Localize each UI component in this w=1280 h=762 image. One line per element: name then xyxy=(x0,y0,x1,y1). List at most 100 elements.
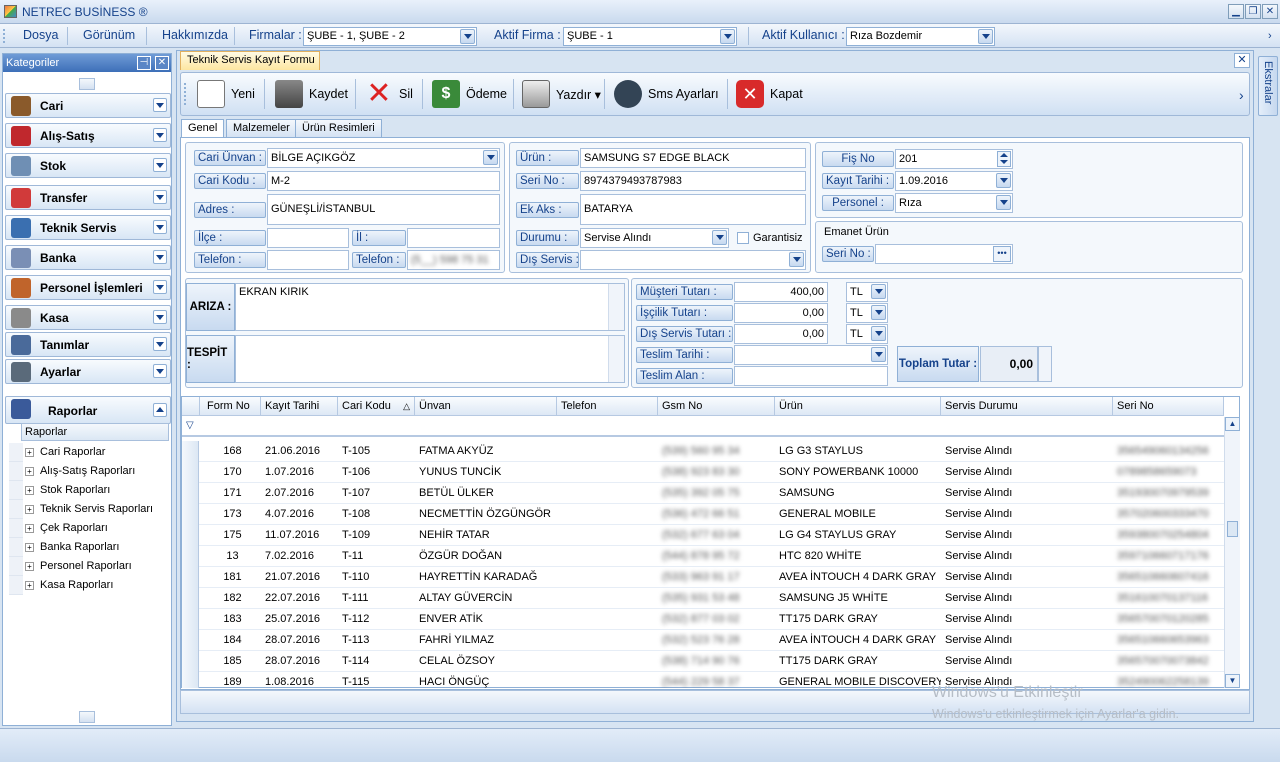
row-indicator[interactable] xyxy=(182,504,199,525)
tree-node-stok-raporlari[interactable]: + Stok Raporları xyxy=(25,481,110,499)
chevron-down-icon[interactable] xyxy=(153,98,167,112)
new-button[interactable]: Yeni xyxy=(197,73,255,115)
tab-urun-resimleri[interactable]: Ürün Resimleri xyxy=(295,119,382,137)
chevron-down-icon[interactable] xyxy=(871,326,886,341)
teslim-tarihi-select[interactable] xyxy=(734,345,888,365)
close-form-button[interactable]: ✕ Kapat xyxy=(736,73,803,115)
telefon-field[interactable] xyxy=(267,250,349,270)
personel-select[interactable]: Rıza xyxy=(895,193,1013,213)
cari-unvan-select[interactable]: BİLGE AÇIKGÖZ xyxy=(267,148,500,168)
telefon2-field[interactable]: (5__) 598 75 31 xyxy=(407,250,500,270)
iscilik-tutari-field[interactable]: 0,00 xyxy=(734,303,828,323)
tree-node-cek-raporlari[interactable]: + Çek Raporları xyxy=(25,519,108,537)
chevron-down-icon[interactable] xyxy=(996,173,1011,188)
scroll-thumb[interactable] xyxy=(1227,521,1238,537)
expand-icon[interactable]: + xyxy=(25,447,34,457)
spin-icon[interactable] xyxy=(1038,346,1052,382)
chevron-down-icon[interactable] xyxy=(712,230,727,245)
nav-ayarlar[interactable]: Ayarlar xyxy=(5,359,171,384)
close-button[interactable]: ✕ xyxy=(1262,4,1278,19)
col-gsm-no[interactable]: Gsm No xyxy=(658,397,775,416)
scrollbar[interactable] xyxy=(608,336,624,382)
expand-icon[interactable]: + xyxy=(25,504,34,514)
nav-tanimlar[interactable]: Tanımlar xyxy=(5,332,171,357)
pin-icon[interactable]: ⊣ xyxy=(137,56,151,70)
document-tab[interactable]: Teknik Servis Kayıt Formu xyxy=(180,51,320,70)
ek-aks-field[interactable]: BATARYA xyxy=(580,194,806,225)
scrollbar[interactable] xyxy=(608,284,624,330)
save-button[interactable]: Kaydet xyxy=(275,73,348,115)
tab-malzemeler[interactable]: Malzemeler xyxy=(226,119,297,137)
nav-transfer[interactable]: Transfer xyxy=(5,185,171,210)
table-row[interactable]: 185 28.07.2016 T-114 CELAL ÖZSOY (538) 714 9… xyxy=(182,651,1224,672)
chevron-right-icon[interactable]: › xyxy=(1268,30,1272,42)
col-seri-no[interactable]: Seri No xyxy=(1113,397,1224,416)
chevron-down-icon[interactable] xyxy=(153,190,167,204)
nav-banka[interactable]: Banka xyxy=(5,245,171,270)
musteri-tutari-field[interactable]: 400,00 xyxy=(734,282,828,302)
scroll-up-icon[interactable]: ▲ xyxy=(1225,417,1240,431)
filter-icon[interactable]: ▽ xyxy=(186,420,194,431)
dis-servis-select[interactable] xyxy=(580,250,806,270)
chevron-down-icon[interactable] xyxy=(871,347,886,362)
aktif-kullanici-select[interactable]: Rıza Bozdemir xyxy=(846,27,995,46)
col-kayit-tarihi[interactable]: Kayıt Tarihi xyxy=(261,397,338,416)
col-form-no[interactable]: Form No xyxy=(200,397,261,416)
ekstralar-tab[interactable]: Ekstralar xyxy=(1258,56,1278,116)
expand-icon[interactable]: + xyxy=(25,561,34,571)
menu-hakkimizda[interactable]: Hakkımızda xyxy=(162,28,228,42)
ariza-textarea[interactable]: EKRAN KIRIK xyxy=(235,283,625,331)
spin-icon[interactable] xyxy=(997,151,1011,167)
musteri-currency-select[interactable]: TL xyxy=(846,282,888,302)
chevron-down-icon[interactable] xyxy=(978,29,993,44)
teslim-alan-field[interactable] xyxy=(734,366,888,386)
firmalar-select[interactable]: ŞUBE - 1, ŞUBE - 2 xyxy=(303,27,477,46)
tree-node-alis-satis-raporlari[interactable]: + Alış-Satış Raporları xyxy=(25,462,135,480)
durum-select[interactable]: Servise Alındı xyxy=(580,228,729,248)
ellipsis-icon[interactable]: ••• xyxy=(993,246,1011,262)
col-urun[interactable]: Ürün xyxy=(775,397,941,416)
chevron-down-icon[interactable] xyxy=(153,250,167,264)
il-field[interactable] xyxy=(407,228,500,248)
menu-gorunum[interactable]: Görünüm xyxy=(83,28,135,42)
chevron-up-icon[interactable] xyxy=(153,403,167,417)
chevron-down-icon[interactable] xyxy=(153,364,167,378)
table-row[interactable]: 13 7.02.2016 T-11 ÖZGÜR DOĞAN (544) 878 95 7… xyxy=(182,546,1224,567)
row-indicator[interactable] xyxy=(182,525,199,546)
delete-button[interactable]: ✕ Sil xyxy=(365,73,412,115)
table-row[interactable]: 173 4.07.2016 T-108 NECMETTİN ÖZGÜNGÖR (536)… xyxy=(182,504,1224,525)
filter-row[interactable]: ▽ xyxy=(182,417,1224,437)
table-row[interactable]: 184 28.07.2016 T-113 FAHRİ YILMAZ (532) 523 … xyxy=(182,630,1224,651)
chevron-down-icon[interactable] xyxy=(996,195,1011,210)
kayit-tarihi-select[interactable]: 1.09.2016 xyxy=(895,171,1013,191)
seri-no-field[interactable]: 8974379493787983 xyxy=(580,171,806,191)
table-row[interactable]: 175 11.07.2016 T-109 NEHİR TATAR (532) 677 6… xyxy=(182,525,1224,546)
garanti-checkbox[interactable] xyxy=(737,232,749,244)
table-row[interactable]: 171 2.07.2016 T-107 BETÜL ÜLKER (535) 392 05… xyxy=(182,483,1224,504)
cari-kodu-field[interactable]: M-2 xyxy=(267,171,500,191)
nav-raporlar[interactable]: Raporlar xyxy=(5,396,171,424)
iscilik-currency-select[interactable]: TL xyxy=(846,303,888,323)
expand-icon[interactable]: + xyxy=(25,523,34,533)
row-indicator[interactable] xyxy=(182,630,199,651)
chevron-down-icon[interactable] xyxy=(153,158,167,172)
tree-node-banka-raporlari[interactable]: + Banka Raporları xyxy=(25,538,120,556)
grid-scrollbar[interactable]: ▲ ▼ xyxy=(1224,417,1240,688)
table-row[interactable]: 183 25.07.2016 T-112 ENVER ATİK (532) 877 03… xyxy=(182,609,1224,630)
emanet-seri-field[interactable]: ••• xyxy=(875,244,1013,264)
expand-icon[interactable]: + xyxy=(25,542,34,552)
nav-teknik-servis[interactable]: Teknik Servis xyxy=(5,215,171,240)
table-row[interactable]: 181 21.07.2016 T-110 HAYRETTİN KARADAĞ (533)… xyxy=(182,567,1224,588)
scroll-down-button[interactable] xyxy=(79,711,95,723)
chevron-down-icon[interactable] xyxy=(720,29,735,44)
row-indicator[interactable] xyxy=(182,483,199,504)
dis-servis-tutari-field[interactable]: 0,00 xyxy=(734,324,828,344)
dis-currency-select[interactable]: TL xyxy=(846,324,888,344)
nav-kasa[interactable]: Kasa xyxy=(5,305,171,330)
chevron-down-icon[interactable] xyxy=(153,337,167,351)
tree-node-personel-raporlari[interactable]: + Personel Raporları xyxy=(25,557,132,575)
close-icon[interactable]: ✕ xyxy=(155,56,169,70)
tespit-textarea[interactable] xyxy=(235,335,625,383)
sms-settings-button[interactable]: Sms Ayarları xyxy=(614,73,719,115)
chevron-down-icon[interactable] xyxy=(153,220,167,234)
